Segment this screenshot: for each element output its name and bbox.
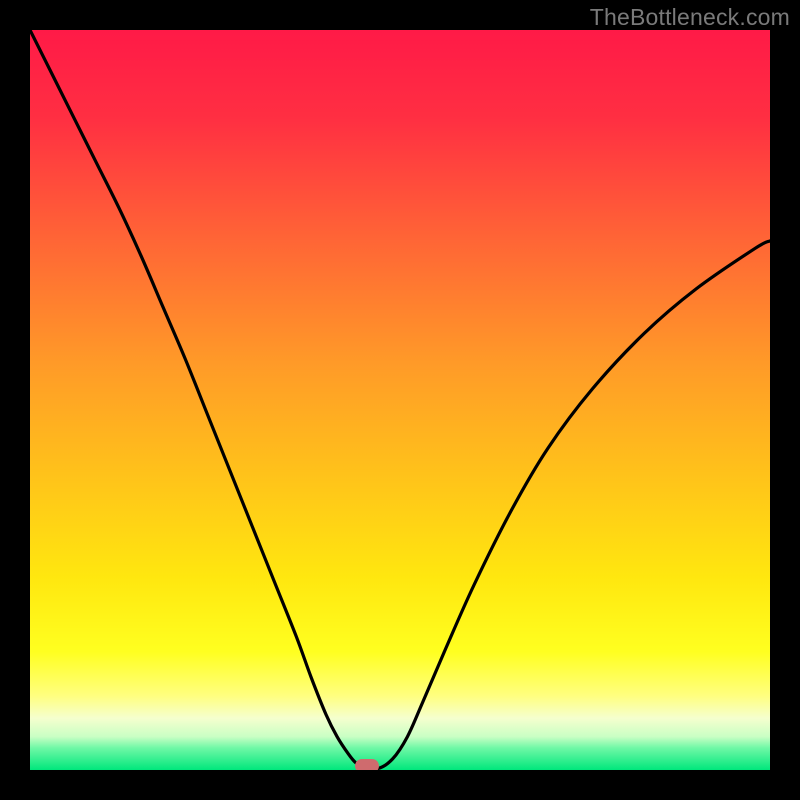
watermark-text: TheBottleneck.com <box>590 4 790 31</box>
plot-area <box>30 30 770 770</box>
chart-frame: TheBottleneck.com <box>0 0 800 800</box>
bottleneck-curve <box>30 30 770 770</box>
optimal-marker <box>355 759 379 770</box>
